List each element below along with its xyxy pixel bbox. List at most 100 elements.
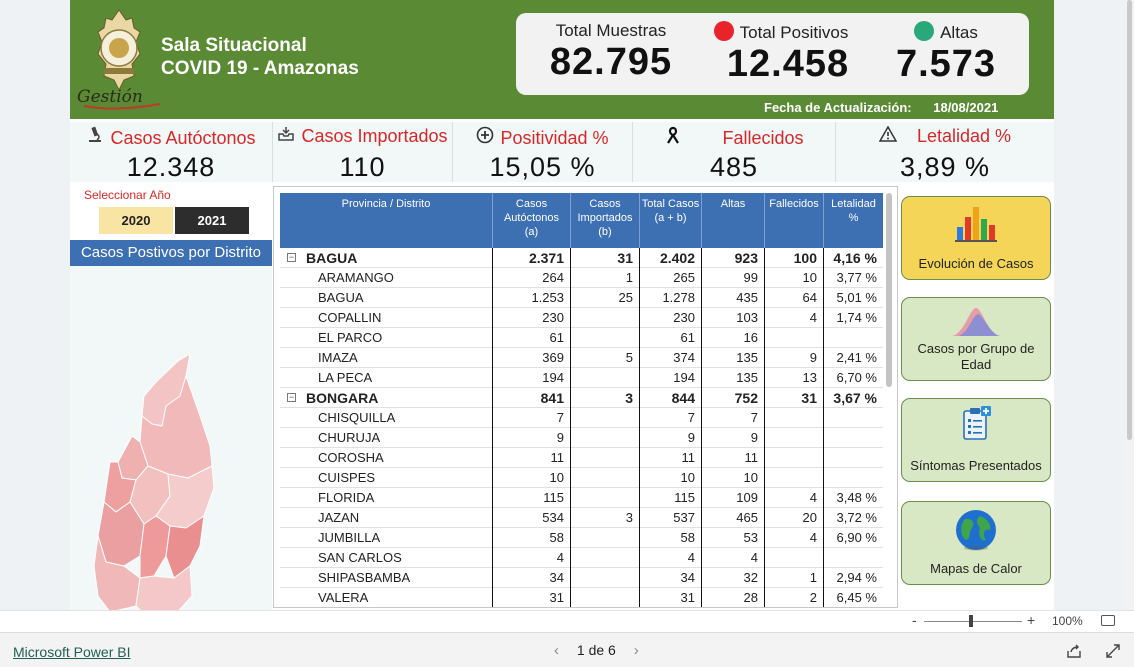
table-cell: 7 — [492, 408, 570, 428]
district-row[interactable]: COPALLIN 230 230 103 4 1,74 % — [280, 308, 883, 328]
province-row[interactable]: − BAGUA 2.371 31 2.402 923 100 4,16 % — [280, 248, 883, 268]
zoom-slider-thumb[interactable] — [969, 615, 973, 627]
district-row[interactable]: SHIPASBAMBA 34 34 32 1 2,94 % — [280, 568, 883, 588]
row-name-cell: IMAZA — [318, 350, 358, 365]
column-header[interactable]: Fallecidos — [764, 193, 823, 248]
mapas-calor-button[interactable]: Mapas de Calor — [901, 501, 1051, 585]
year-2021-button[interactable]: 2021 — [175, 207, 249, 234]
row-name-cell: LA PECA — [318, 370, 373, 385]
district-row[interactable]: IMAZA 369 5 374 135 9 2,41 % — [280, 348, 883, 368]
table-cell: 265 — [639, 268, 701, 288]
page-scrollbar[interactable] — [1125, 0, 1134, 610]
share-icon[interactable] — [1066, 643, 1082, 659]
table-cell: 5 — [570, 348, 639, 368]
update-date: Fecha de Actualización: 18/08/2021 — [764, 100, 998, 115]
table-cell: 109 — [701, 488, 764, 508]
evolucion-casos-button[interactable]: Evolución de Casos — [901, 196, 1051, 280]
table-cell: 3,72 % — [823, 508, 883, 528]
table-cell — [570, 528, 639, 548]
district-row[interactable]: CHISQUILLA 7 7 7 — [280, 408, 883, 428]
amazonas-map[interactable] — [70, 266, 272, 632]
table-cell: 9 — [764, 348, 823, 368]
zoom-out-button[interactable]: - — [912, 612, 917, 628]
footer-bar: Microsoft Power BI ‹ 1 de 6 › — [0, 632, 1134, 667]
svg-text:Gestión: Gestión — [77, 87, 143, 107]
table-cell: 10 — [701, 468, 764, 488]
table-cell: 3 — [570, 388, 639, 408]
table-cell: 264 — [492, 268, 570, 288]
warning-icon — [878, 125, 898, 146]
province-row[interactable]: − BONGARA 841 3 844 752 31 3,67 % — [280, 388, 883, 408]
table-cell: 135 — [701, 368, 764, 388]
district-row[interactable]: EL PARCO 61 61 16 — [280, 328, 883, 348]
row-name-cell: SAN CARLOS — [318, 550, 402, 565]
total-altas-value: 7.573 — [895, 43, 997, 85]
zoom-in-button[interactable]: + — [1027, 612, 1035, 628]
district-row[interactable]: FLORIDA 115 115 109 4 3,48 % — [280, 488, 883, 508]
table-cell: 3,77 % — [823, 268, 883, 288]
table-scrollbar[interactable] — [886, 193, 892, 387]
prev-page-button[interactable]: ‹ — [540, 642, 573, 659]
column-header[interactable]: Casos Autóctonos (a) — [492, 193, 570, 248]
table-cell: 31 — [639, 588, 701, 607]
table-cell: 6,45 % — [823, 588, 883, 607]
district-row[interactable]: CUISPES 10 10 10 — [280, 468, 883, 488]
table-cell: 135 — [701, 348, 764, 368]
kpi-positividad: Positividad % 15,05 % — [453, 122, 633, 182]
table-cell — [764, 448, 823, 468]
district-row[interactable]: LA PECA 194 194 135 13 6,70 % — [280, 368, 883, 388]
district-row[interactable]: SAN CARLOS 4 4 4 — [280, 548, 883, 568]
column-header-line: Autóctonos — [503, 212, 560, 224]
district-row[interactable]: BAGUA 1.253 25 1.278 435 64 5,01 % — [280, 288, 883, 308]
table-cell: 11 — [701, 448, 764, 468]
row-name-cell: BAGUA — [318, 290, 364, 305]
table-cell: 465 — [701, 508, 764, 528]
district-row[interactable]: JUMBILLA 58 58 53 4 6,90 % — [280, 528, 883, 548]
kpi-value: 110 — [339, 152, 386, 182]
district-row[interactable]: JAZAN 534 3 537 465 20 3,72 % — [280, 508, 883, 528]
table-cell: 194 — [492, 368, 570, 388]
fit-to-page-icon[interactable] — [1101, 615, 1115, 626]
table-cell: 4 — [639, 548, 701, 568]
district-row[interactable]: CHURUJA 9 9 9 — [280, 428, 883, 448]
next-page-button[interactable]: › — [620, 642, 653, 659]
column-header[interactable]: Provincia / Distrito — [280, 193, 492, 248]
district-row[interactable]: ARAMANGO 264 1 265 99 10 3,77 % — [280, 268, 883, 288]
table-cell: 31 — [492, 588, 570, 607]
map-district[interactable] — [139, 515, 171, 579]
column-header-line: (b) — [598, 226, 612, 238]
year-2020-button[interactable]: 2020 — [99, 207, 173, 234]
column-header-line: Importados — [577, 212, 633, 224]
power-bi-link[interactable]: Microsoft Power BI — [13, 644, 130, 660]
kpi-label: Letalidad % — [916, 126, 1012, 146]
column-header[interactable]: Casos Importados (b) — [570, 193, 639, 248]
fullscreen-icon[interactable] — [1105, 643, 1121, 659]
table-cell: 3,48 % — [823, 488, 883, 508]
sintomas-presentados-button[interactable]: Síntomas Presentados — [901, 398, 1051, 482]
table-cell: 4 — [492, 548, 570, 568]
cases-table[interactable]: Provincia / Distrito Casos Autóctonos (a) Ca… — [273, 186, 898, 608]
column-header[interactable]: Letalidad% — [823, 193, 883, 248]
casos-grupo-edad-button[interactable]: Casos por Grupo de Edad — [901, 297, 1051, 381]
table-cell: 32 — [701, 568, 764, 588]
table-cell: 841 — [492, 388, 570, 408]
table-cell: 3 — [570, 508, 639, 528]
column-header[interactable]: Total Casos (a + b) — [639, 193, 701, 248]
page-scrollbar-thumb[interactable] — [1127, 0, 1132, 440]
table-cell — [570, 468, 639, 488]
table-cell — [764, 548, 823, 568]
report-canvas: Gestión Sala Situacional COVID 19 - Amaz… — [0, 0, 1134, 632]
table-cell — [570, 588, 639, 607]
table-cell: 64 — [764, 288, 823, 308]
positivos-dot-icon — [713, 21, 734, 41]
title-line-1: Sala Situacional — [161, 35, 307, 56]
table-cell: 7 — [701, 408, 764, 428]
district-row[interactable]: COROSHA 11 11 11 — [280, 448, 883, 468]
zoom-slider-track[interactable] — [924, 621, 1022, 622]
district-row[interactable]: VALERA 31 31 28 2 6,45 % — [280, 588, 883, 607]
table-cell — [823, 408, 883, 428]
table-cell: 9 — [701, 428, 764, 448]
kpi-label: Positividad % — [500, 128, 609, 148]
kpi-value: 12.348 — [126, 152, 216, 182]
column-header[interactable]: Altas — [701, 193, 764, 248]
